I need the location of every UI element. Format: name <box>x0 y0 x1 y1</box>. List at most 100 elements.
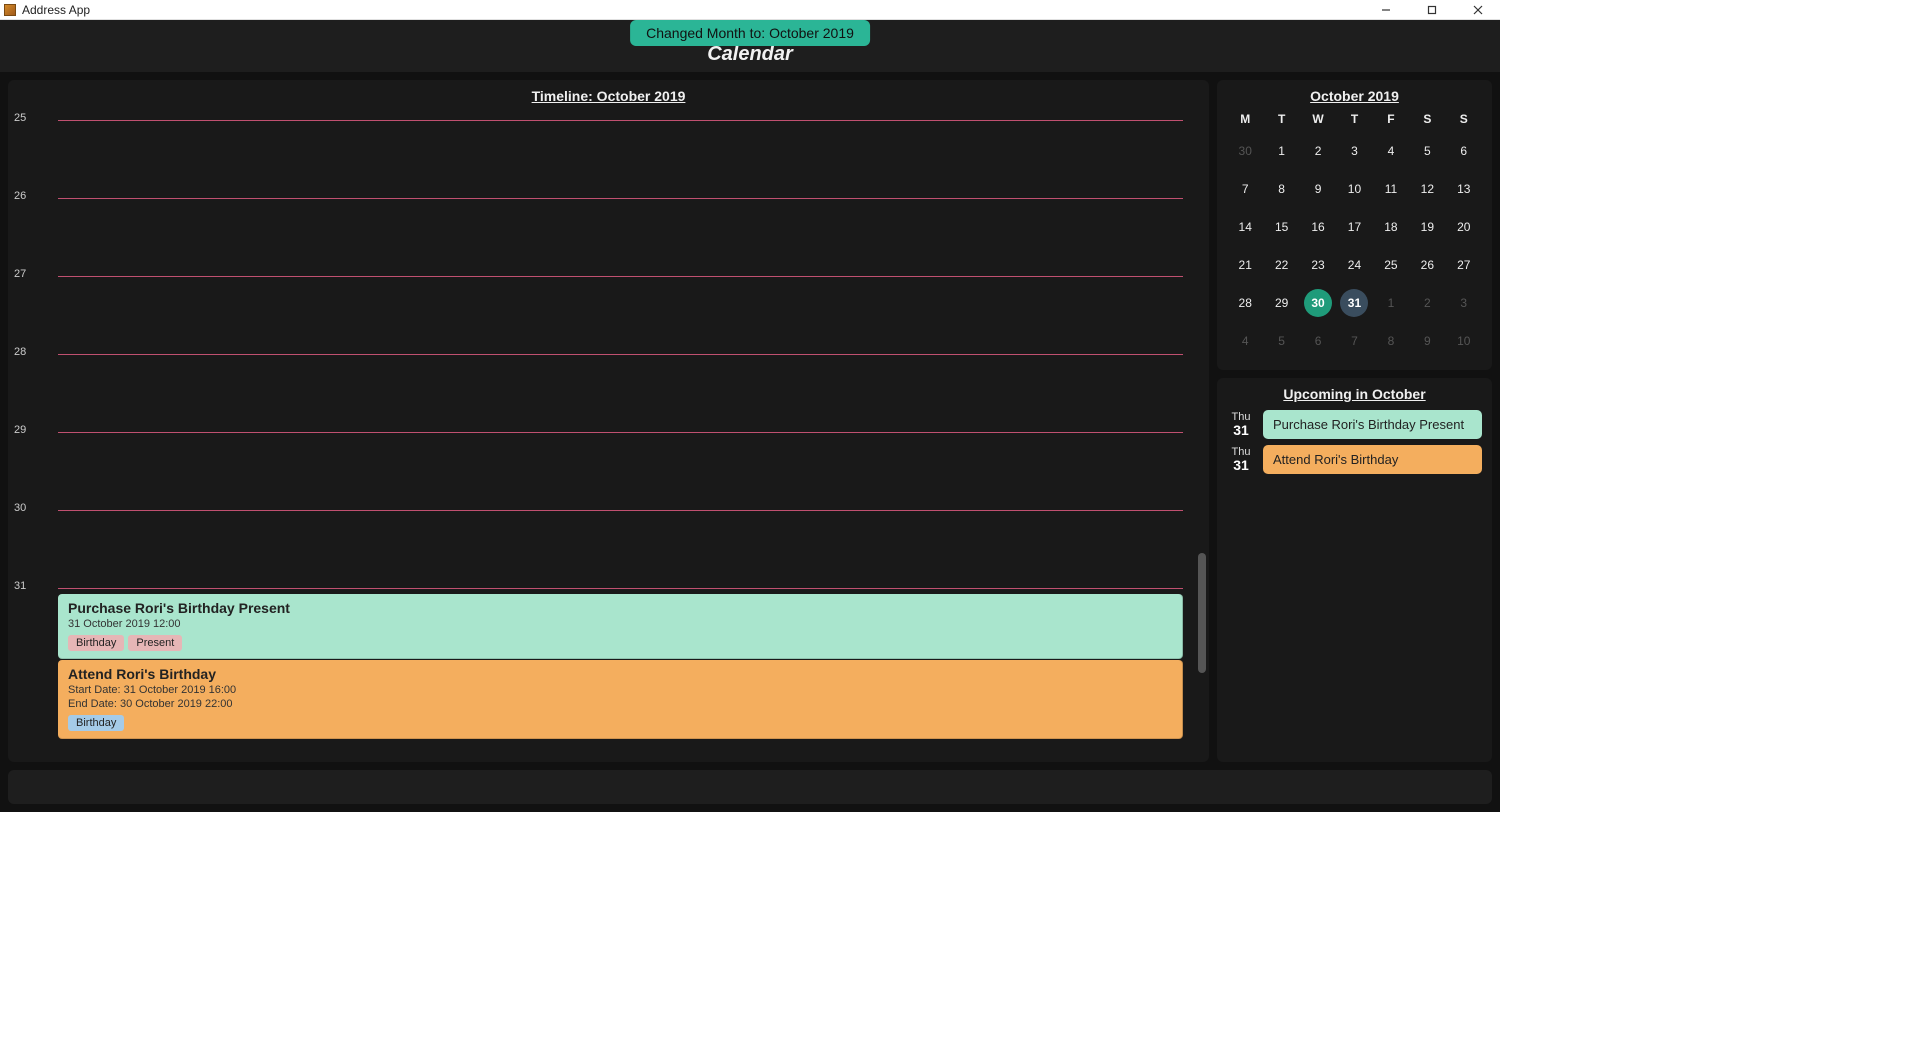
mini-calendar-dow: F <box>1373 112 1409 126</box>
mini-calendar-day[interactable]: 4 <box>1377 137 1405 165</box>
mini-calendar-day[interactable]: 22 <box>1268 251 1296 279</box>
upcoming-event-chip[interactable]: Purchase Rori's Birthday Present <box>1263 410 1482 439</box>
mini-calendar-day[interactable]: 29 <box>1268 289 1296 317</box>
timeline-title: Timeline: October 2019 <box>8 80 1209 108</box>
mini-calendar-day[interactable]: 12 <box>1413 175 1441 203</box>
mini-calendar-day[interactable]: 2 <box>1304 137 1332 165</box>
mini-calendar-day[interactable]: 1 <box>1268 137 1296 165</box>
event-time: 31 October 2019 12:00 <box>68 618 1173 630</box>
timeline-body[interactable]: 25262728293031Purchase Rori's Birthday P… <box>8 108 1209 762</box>
mini-calendar-day[interactable]: 18 <box>1377 213 1405 241</box>
timeline-day-label: 30 <box>14 502 26 514</box>
event-tag: Birthday <box>68 635 124 651</box>
window-controls <box>1374 2 1490 18</box>
mini-calendar-week: 30 123456 <box>1227 132 1482 170</box>
mini-calendar-week: 456789 10 <box>1227 322 1482 360</box>
timeline-day-row: 28 <box>8 342 1191 420</box>
mini-calendar-day[interactable]: 31 <box>1340 289 1368 317</box>
mini-calendar-day[interactable]: 8 <box>1377 327 1405 355</box>
upcoming-item[interactable]: Thu31 Attend Rori's Birthday <box>1227 445 1482 474</box>
timeline-day-rule <box>58 588 1183 589</box>
mini-calendar-day[interactable]: 2 <box>1413 289 1441 317</box>
app-icon <box>4 4 16 16</box>
upcoming-day-number: 31 <box>1227 423 1255 438</box>
mini-calendar-dow: T <box>1263 112 1299 126</box>
mini-calendar-week: 789 10 11 12 13 <box>1227 170 1482 208</box>
mini-calendar-day[interactable]: 24 <box>1340 251 1368 279</box>
mini-calendar-day[interactable]: 15 <box>1268 213 1296 241</box>
mini-calendar-dow: T <box>1336 112 1372 126</box>
mini-calendar-day[interactable]: 20 <box>1450 213 1478 241</box>
mini-calendar-day[interactable]: 3 <box>1450 289 1478 317</box>
timeline-day-rule <box>58 510 1183 511</box>
mini-calendar-day[interactable]: 16 <box>1304 213 1332 241</box>
maximize-button[interactable] <box>1420 2 1444 18</box>
timeline-day-label: 25 <box>14 112 26 124</box>
timeline-day-rule <box>58 432 1183 433</box>
mini-calendar-day[interactable]: 3 <box>1340 137 1368 165</box>
upcoming-date: Thu31 <box>1227 446 1255 473</box>
mini-calendar-day[interactable]: 25 <box>1377 251 1405 279</box>
upcoming-date: Thu31 <box>1227 411 1255 438</box>
timeline-day-label: 27 <box>14 268 26 280</box>
timeline-day-row: 27 <box>8 264 1191 342</box>
mini-calendar-week: 14 15 16 17 18 19 20 <box>1227 208 1482 246</box>
mini-calendar: October 2019 MTWTFSS 3012345678910111213… <box>1217 80 1492 370</box>
event-title: Purchase Rori's Birthday Present <box>68 600 1173 616</box>
timeline-day-label: 28 <box>14 346 26 358</box>
mini-calendar-day[interactable]: 17 <box>1340 213 1368 241</box>
upcoming-event-chip[interactable]: Attend Rori's Birthday <box>1263 445 1482 474</box>
mini-calendar-day[interactable]: 13 <box>1450 175 1478 203</box>
timeline-day-row: 31Purchase Rori's Birthday Present31 Oct… <box>8 576 1191 752</box>
timeline-day-row: 25 <box>8 108 1191 186</box>
close-button[interactable] <box>1466 2 1490 18</box>
mini-calendar-day[interactable]: 14 <box>1231 213 1259 241</box>
upcoming-item[interactable]: Thu31 Purchase Rori's Birthday Present <box>1227 410 1482 439</box>
mini-calendar-day[interactable]: 4 <box>1231 327 1259 355</box>
event-end: End Date: 30 October 2019 22:00 <box>68 698 1173 710</box>
timeline-scrollbar-thumb[interactable] <box>1198 553 1206 673</box>
mini-calendar-day[interactable]: 30 <box>1231 137 1259 165</box>
mini-calendar-day[interactable]: 1 <box>1377 289 1405 317</box>
mini-calendar-day[interactable]: 23 <box>1304 251 1332 279</box>
upcoming-list: Thu31Purchase Rori's Birthday PresentThu… <box>1227 410 1482 474</box>
mini-calendar-dow: S <box>1446 112 1482 126</box>
minimize-button[interactable] <box>1374 2 1398 18</box>
mini-calendar-day[interactable]: 10 <box>1340 175 1368 203</box>
toast-notification: Changed Month to: October 2019 <box>630 20 870 46</box>
mini-calendar-day[interactable]: 21 <box>1231 251 1259 279</box>
timeline-day-rule <box>58 276 1183 277</box>
event-start: Start Date: 31 October 2019 16:00 <box>68 684 1173 696</box>
mini-calendar-day[interactable]: 26 <box>1413 251 1441 279</box>
timeline-day-rule <box>58 120 1183 121</box>
mini-calendar-day[interactable]: 7 <box>1231 175 1259 203</box>
mini-calendar-day[interactable]: 27 <box>1450 251 1478 279</box>
mini-calendar-day[interactable]: 19 <box>1413 213 1441 241</box>
timeline-day-label: 29 <box>14 424 26 436</box>
mini-calendar-day[interactable]: 6 <box>1450 137 1478 165</box>
event-tags: BirthdayPresent <box>68 634 1173 651</box>
mini-calendar-dow-row: MTWTFSS <box>1227 112 1482 126</box>
mini-calendar-day[interactable]: 6 <box>1304 327 1332 355</box>
upcoming-day-number: 31 <box>1227 458 1255 473</box>
mini-calendar-day[interactable]: 28 <box>1231 289 1259 317</box>
event-tag: Present <box>128 635 182 651</box>
timeline-event-card[interactable]: Attend Rori's Birthday Start Date: 31 Oct… <box>58 660 1183 739</box>
mini-calendar-day[interactable]: 5 <box>1413 137 1441 165</box>
mini-calendar-day[interactable]: 5 <box>1268 327 1296 355</box>
mini-calendar-day[interactable]: 11 <box>1377 175 1405 203</box>
mini-calendar-day[interactable]: 7 <box>1340 327 1368 355</box>
window-title: Address App <box>22 3 1374 17</box>
event-title: Attend Rori's Birthday <box>68 666 1173 682</box>
mini-calendar-day[interactable]: 10 <box>1450 327 1478 355</box>
mini-calendar-dow: M <box>1227 112 1263 126</box>
mini-calendar-day[interactable]: 9 <box>1304 175 1332 203</box>
event-tags: Birthday <box>68 714 1173 731</box>
mini-calendar-title: October 2019 <box>1227 88 1482 104</box>
mini-calendar-day[interactable]: 30 <box>1304 289 1332 317</box>
mini-calendar-day[interactable]: 8 <box>1268 175 1296 203</box>
timeline-day-rule <box>58 198 1183 199</box>
timeline-event-card[interactable]: Purchase Rori's Birthday Present 31 Octob… <box>58 594 1183 659</box>
mini-calendar-day[interactable]: 9 <box>1413 327 1441 355</box>
mini-calendar-dow: S <box>1409 112 1445 126</box>
